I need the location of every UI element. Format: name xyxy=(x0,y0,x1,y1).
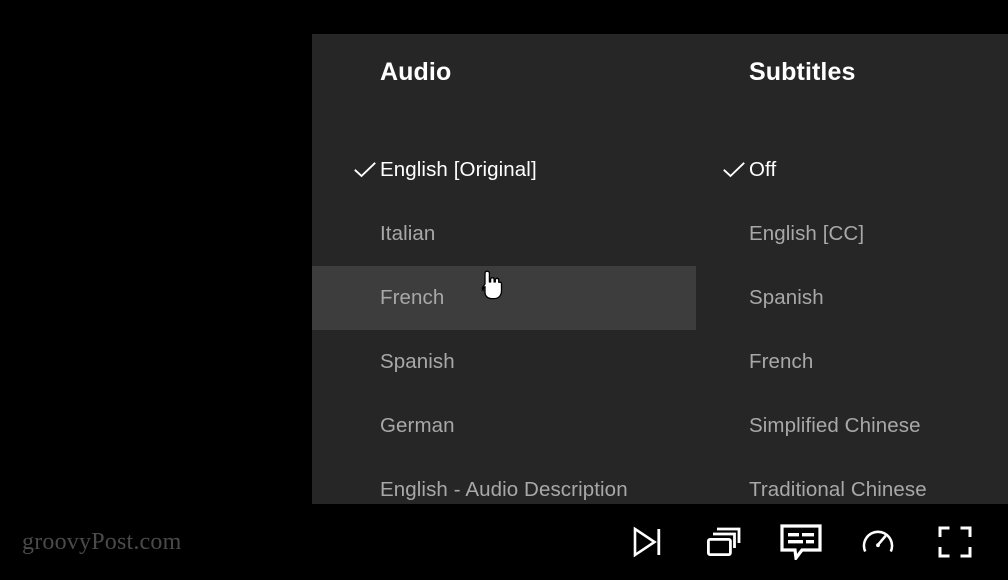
subtitles-option-label: Off xyxy=(749,158,777,181)
audio-option-label: English - Audio Description xyxy=(380,478,628,501)
video-player-surface: Audio English [Original] Italian French … xyxy=(0,0,1008,580)
fullscreen-button[interactable] xyxy=(928,515,982,569)
audio-option-row[interactable]: Italian xyxy=(312,202,696,266)
subtitles-option-row[interactable]: Off xyxy=(696,138,1008,202)
audio-option-label: Spanish xyxy=(380,350,455,373)
subtitles-option-label: English [CC] xyxy=(749,222,865,245)
audio-option-label: English [Original] xyxy=(380,158,537,181)
audio-option-row[interactable]: German xyxy=(312,394,696,458)
subtitles-option-label: Traditional Chinese xyxy=(749,478,927,501)
audio-subtitles-button[interactable] xyxy=(774,515,828,569)
checkmark-icon xyxy=(312,162,380,178)
fullscreen-icon xyxy=(938,526,972,558)
subtitles-option-label: Spanish xyxy=(749,286,824,309)
audio-subtitles-panel: Audio English [Original] Italian French … xyxy=(312,34,1008,504)
subtitles-option-row[interactable]: English [CC] xyxy=(696,202,1008,266)
audio-option-list: English [Original] Italian French Spanis… xyxy=(312,138,696,504)
episodes-button[interactable] xyxy=(697,515,751,569)
next-episode-button[interactable] xyxy=(620,515,674,569)
playback-speed-icon xyxy=(861,525,895,559)
subtitles-icon xyxy=(780,524,822,560)
audio-column-title: Audio xyxy=(380,58,452,86)
checkmark-icon xyxy=(696,162,749,178)
subtitles-option-row[interactable]: Spanish xyxy=(696,266,1008,330)
audio-option-row[interactable]: Spanish xyxy=(312,330,696,394)
subtitles-option-row[interactable]: French xyxy=(696,330,1008,394)
audio-option-label: German xyxy=(380,414,455,437)
subtitles-option-list: Off English [CC] Spanish French Simplifi xyxy=(696,138,1008,504)
next-episode-icon xyxy=(630,525,664,559)
audio-option-row[interactable]: English [Original] xyxy=(312,138,696,202)
subtitles-option-label: Simplified Chinese xyxy=(749,414,921,437)
audio-option-row[interactable]: French xyxy=(312,266,696,330)
audio-option-label: French xyxy=(380,286,445,309)
subtitles-option-row[interactable]: Simplified Chinese xyxy=(696,394,1008,458)
audio-option-label: Italian xyxy=(380,222,436,245)
audio-column: Audio English [Original] Italian French … xyxy=(312,34,696,504)
subtitles-option-row[interactable]: Traditional Chinese xyxy=(696,458,1008,504)
subtitles-column: Subtitles Off English [CC] Spanish Frenc… xyxy=(696,34,1008,504)
playback-speed-button[interactable] xyxy=(851,515,905,569)
audio-option-row[interactable]: English - Audio Description xyxy=(312,458,696,504)
subtitles-column-title: Subtitles xyxy=(749,58,856,86)
subtitles-option-label: French xyxy=(749,350,814,373)
episodes-icon xyxy=(706,526,742,558)
watermark-text: groovyPost.com xyxy=(22,529,182,555)
